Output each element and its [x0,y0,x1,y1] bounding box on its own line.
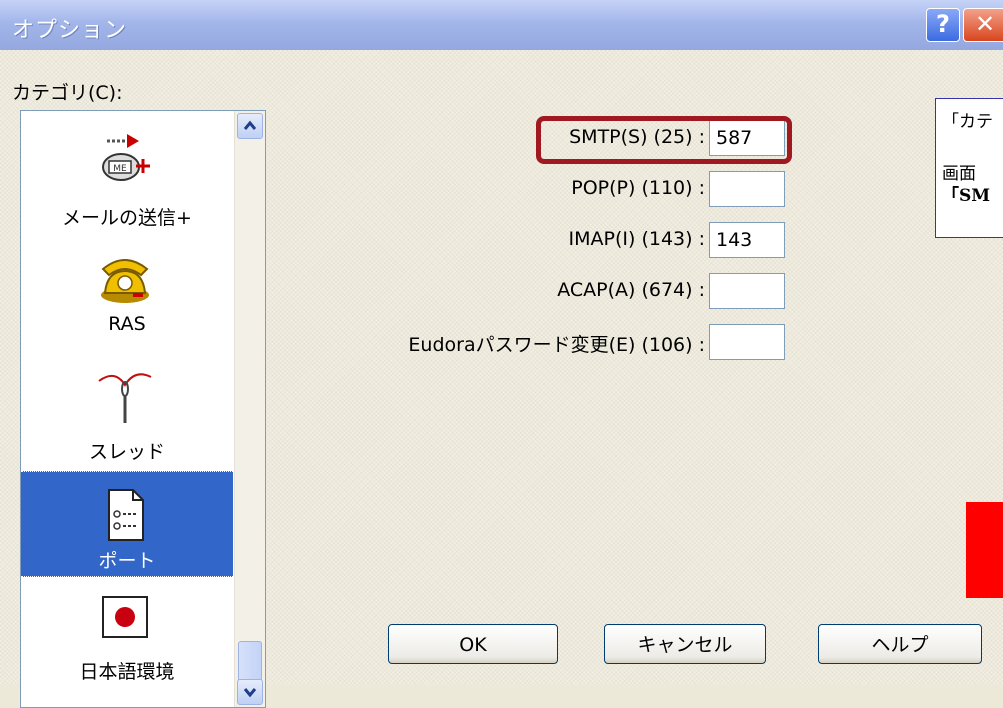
help-title-button[interactable]: ? [926,8,960,42]
imap-port-field[interactable] [709,222,785,258]
category-item-port[interactable]: ポート [21,471,233,577]
category-item-ras[interactable]: RAS [21,241,233,351]
svg-text:ME: ME [113,164,127,174]
note-line-3: 「SM [942,186,991,206]
chevron-down-icon [243,688,257,698]
category-item-label: スレッド [88,441,165,463]
scroll-down-button[interactable] [237,679,263,705]
category-list[interactable]: ME メールの送信+ RAS スレッド ポート 日本語環境 [20,110,266,708]
smtp-highlight-box [536,116,792,164]
send-mail-plus-icon: ME [102,134,150,181]
close-button[interactable]: ✕ [963,8,1003,42]
eudora-password-port-field[interactable] [709,324,785,360]
imap-port-label: IMAP(I) (143) : [568,228,705,250]
acap-port-field[interactable] [709,273,785,309]
category-label: カテゴリ(C): [12,82,123,104]
category-item-label: 日本語環境 [79,661,175,683]
pop-port-label: POP(P) (110) : [571,177,705,199]
cancel-button[interactable]: キャンセル [604,624,766,664]
needle-thread-icon [98,373,152,423]
category-item-send-mail[interactable]: ME メールの送信+ [21,111,233,241]
category-scrollbar[interactable] [234,111,265,707]
ok-button[interactable]: OK [388,624,558,664]
category-item-thread[interactable]: スレッド [21,351,233,471]
dialog-body: カテゴリ(C): ME メールの送信+ RAS スレッド ポート 日本語環境 S… [0,50,1003,708]
title-bar: オプション ? ✕ [0,0,1003,50]
note-line-1: 「カテ [942,112,993,132]
window-title: オプション [12,18,128,43]
telephone-icon [101,259,149,303]
category-item-label: RAS [108,313,146,335]
annotation-note: 「カテ 画面 「SM [935,98,1003,238]
port-settings-icon [108,489,144,541]
acap-port-label: ACAP(A) (674) : [557,279,705,301]
chevron-up-icon [243,120,257,130]
category-item-label: メールの送信+ [62,207,192,229]
japan-flag-icon [102,596,148,638]
pop-port-field[interactable] [709,171,785,207]
scroll-up-button[interactable] [237,113,263,139]
red-marker-block [966,502,1003,598]
eudora-password-port-label: Eudoraパスワード変更(E) (106) : [408,334,705,356]
help-button[interactable]: ヘルプ [818,624,982,664]
category-item-japanese[interactable]: 日本語環境 [21,577,233,707]
category-item-label: ポート [98,550,156,572]
